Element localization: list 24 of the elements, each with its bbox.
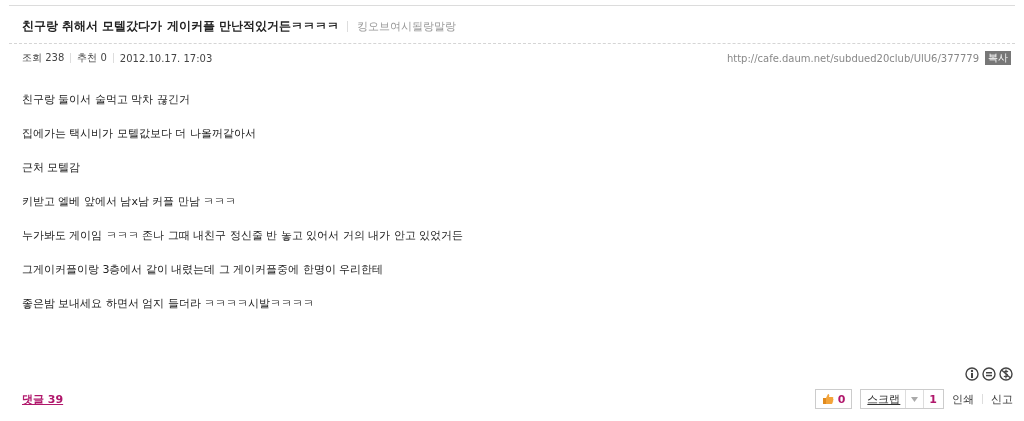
post-url: http://cafe.daum.net/subdued20club/UlU6/377779: [726, 52, 979, 64]
non-commercial-icon: [999, 367, 1013, 381]
body-paragraph: 좋은밤 보내세요 하면서 엄지 들더라 ㅋㅋㅋㅋ시발ㅋㅋㅋㅋ: [22, 297, 316, 311]
view-count: 조회 238: [22, 51, 65, 65]
dropdown-caret-icon[interactable]: [911, 396, 919, 402]
body-paragraph: 친구랑 둘이서 술먹고 막차 끊긴거: [22, 93, 191, 107]
post-title: 친구랑 취해서 모텔갔다가 게이커플 만난적있거든ㅋㅋㅋㅋ: [22, 18, 339, 35]
like-button[interactable]: 0: [814, 389, 853, 409]
thumbs-up-icon: [821, 393, 834, 405]
body-paragraph: 근처 모텔감: [22, 161, 82, 175]
body-paragraph: 누가봐도 게이임 ㅋㅋㅋ 존나 그때 내친구 정신줄 반 놓고 있어서 거의 내가 안고 있었거든: [22, 229, 465, 243]
recommend-count: 추천 0: [77, 51, 107, 65]
body-paragraph: 집에가는 택시비가 모텔값보다 더 나올꺼같아서: [22, 127, 257, 141]
scrap-count: 1: [929, 392, 937, 406]
no-derivatives-icon: [982, 367, 996, 381]
scrap-button[interactable]: 스크랩 1: [860, 389, 944, 409]
print-link[interactable]: 인쇄: [952, 391, 974, 407]
body-paragraph: 키받고 엘베 앞에서 남x남 커플 만남 ㅋㅋㅋ: [22, 195, 238, 209]
copy-button[interactable]: 복사: [985, 51, 1011, 65]
attribution-icon: [965, 367, 979, 381]
comments-link[interactable]: 댓글 39: [22, 391, 64, 407]
body-paragraph: 그게이커플이랑 3층에서 같이 내렸는데 그 게이커플중에 한명이 우리한테: [22, 263, 385, 277]
post-date: 2012.10.17. 17:03: [119, 52, 213, 64]
report-link[interactable]: 신고: [991, 391, 1013, 407]
